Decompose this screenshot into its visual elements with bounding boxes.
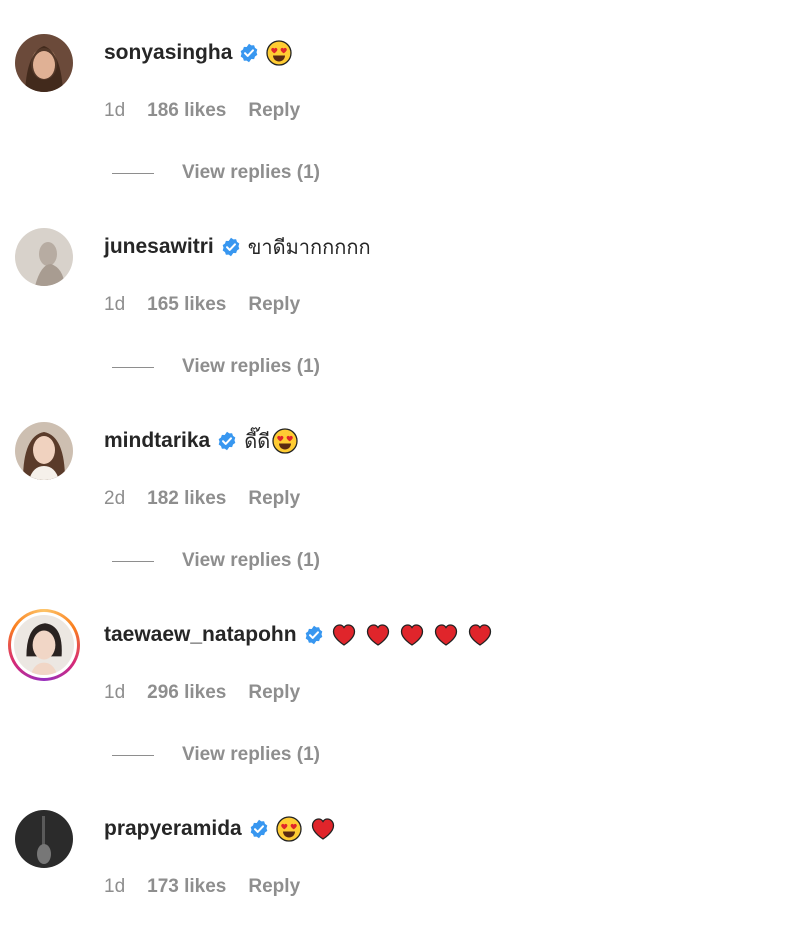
likes-count[interactable]: 182 likes bbox=[147, 488, 226, 510]
view-replies-button[interactable]: View replies (1) bbox=[112, 162, 320, 184]
comment-text: ดี๊ดี bbox=[244, 429, 271, 453]
comment-item: prapyeramida 1d 173 likes Reply bbox=[0, 780, 800, 925]
red-heart-emoji-icon bbox=[433, 622, 459, 648]
comment-item: junesawitri ขาดีมากกกกก 1d 165 likes Rep… bbox=[0, 198, 800, 392]
verified-badge-icon bbox=[221, 237, 241, 257]
comment-item: mindtarika ดี๊ดี 2d 182 likes Reply View… bbox=[0, 392, 800, 586]
avatar bbox=[14, 615, 74, 675]
view-replies-button[interactable]: View replies (1) bbox=[112, 550, 320, 572]
view-replies-label: View replies (1) bbox=[182, 550, 320, 571]
reply-button[interactable]: Reply bbox=[248, 294, 300, 316]
view-replies-button[interactable]: View replies (1) bbox=[112, 356, 320, 378]
likes-count[interactable]: 186 likes bbox=[147, 100, 226, 122]
red-heart-emoji-icon bbox=[399, 622, 425, 648]
view-replies-label: View replies (1) bbox=[182, 744, 320, 765]
verified-badge-icon bbox=[217, 431, 237, 451]
comment-age: 1d bbox=[104, 876, 126, 897]
avatar[interactable] bbox=[15, 228, 73, 286]
avatar[interactable] bbox=[15, 810, 73, 868]
view-replies-button[interactable]: View replies (1) bbox=[112, 744, 320, 766]
comment-age: 2d bbox=[104, 488, 126, 509]
username[interactable]: prapyeramida bbox=[104, 817, 242, 841]
likes-count[interactable]: 173 likes bbox=[147, 876, 226, 898]
heart-eyes-emoji-icon bbox=[276, 816, 302, 842]
reply-button[interactable]: Reply bbox=[248, 488, 300, 510]
avatar-story-ring[interactable] bbox=[8, 609, 80, 681]
heart-eyes-emoji-icon bbox=[266, 40, 293, 66]
red-heart-emoji-icon bbox=[467, 622, 493, 648]
username[interactable]: sonyasingha bbox=[104, 41, 232, 65]
comment-item: taewaew_natapohn 1d 296 likes Reply View… bbox=[0, 586, 800, 780]
verified-badge-icon bbox=[249, 819, 269, 839]
red-heart-emoji-icon bbox=[365, 622, 391, 648]
username[interactable]: mindtarika bbox=[104, 429, 210, 453]
verified-badge-icon bbox=[239, 43, 259, 63]
verified-badge-icon bbox=[304, 625, 324, 645]
likes-count[interactable]: 296 likes bbox=[147, 682, 226, 704]
avatar[interactable] bbox=[15, 34, 73, 92]
view-replies-divider bbox=[112, 366, 154, 368]
reply-button[interactable]: Reply bbox=[248, 100, 300, 122]
avatar[interactable] bbox=[15, 422, 73, 480]
comment-item: sonyasingha 1d 186 likes Reply View repl… bbox=[0, 4, 800, 198]
reply-button[interactable]: Reply bbox=[248, 876, 300, 898]
red-heart-emoji-icon bbox=[331, 622, 357, 648]
username[interactable]: junesawitri bbox=[104, 235, 214, 259]
view-replies-divider bbox=[112, 754, 154, 756]
likes-count[interactable]: 165 likes bbox=[147, 294, 226, 316]
heart-eyes-emoji-icon bbox=[272, 428, 298, 454]
comment-age: 1d bbox=[104, 682, 126, 703]
comment-text: ขาดีมากกกกก bbox=[247, 235, 371, 259]
comment-age: 1d bbox=[104, 100, 126, 121]
view-replies-divider bbox=[112, 172, 154, 174]
username[interactable]: taewaew_natapohn bbox=[104, 623, 297, 647]
reply-button[interactable]: Reply bbox=[248, 682, 300, 704]
comment-age: 1d bbox=[104, 294, 126, 315]
view-replies-label: View replies (1) bbox=[182, 356, 320, 377]
view-replies-label: View replies (1) bbox=[182, 162, 320, 183]
view-replies-divider bbox=[112, 560, 154, 562]
red-heart-emoji-icon bbox=[310, 816, 336, 842]
